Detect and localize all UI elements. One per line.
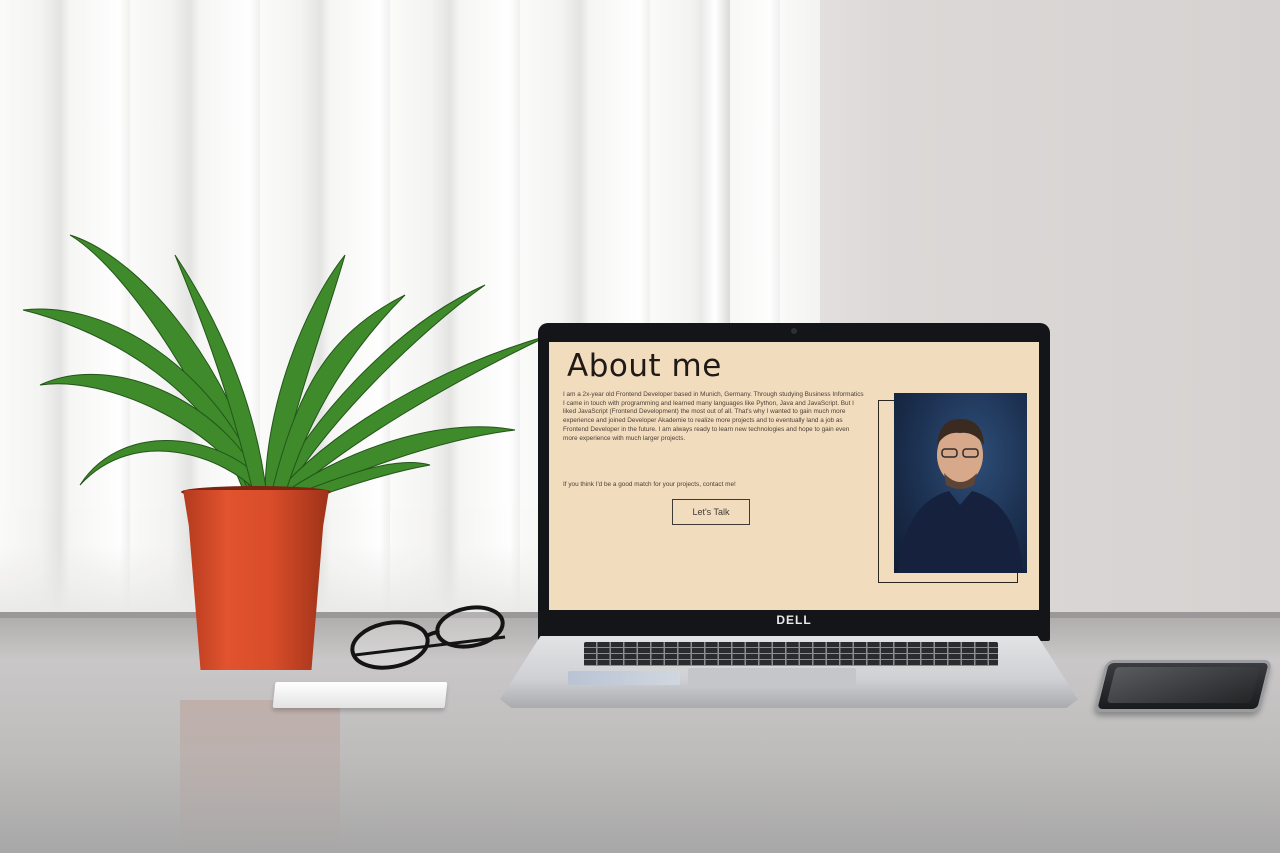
- blind-rod: [700, 0, 730, 325]
- pot-reflection: [180, 700, 340, 850]
- webcam: [791, 328, 797, 334]
- contact-prompt: If you think I'd be a good match for you…: [563, 481, 736, 488]
- portrait-photo: [894, 393, 1027, 573]
- laptop-lid: About me I am a 2x-year old Frontend Dev…: [538, 323, 1050, 641]
- plant-pot: [183, 490, 329, 670]
- page-title: About me: [567, 348, 722, 384]
- laptop-screen: About me I am a 2x-year old Frontend Dev…: [549, 342, 1039, 610]
- lets-talk-button[interactable]: Let's Talk: [672, 499, 750, 525]
- keyboard: [584, 642, 998, 666]
- touchpad: [688, 668, 856, 688]
- glasses-decoration: [350, 605, 506, 670]
- laptop-base: [500, 636, 1078, 708]
- smartphone-decoration: [1093, 660, 1273, 712]
- palmrest-stickers: [568, 671, 680, 685]
- notepad: [272, 682, 448, 708]
- laptop-brand-logo: DELL: [776, 613, 812, 627]
- about-text: I am a 2x-year old Frontend Developer ba…: [563, 391, 864, 442]
